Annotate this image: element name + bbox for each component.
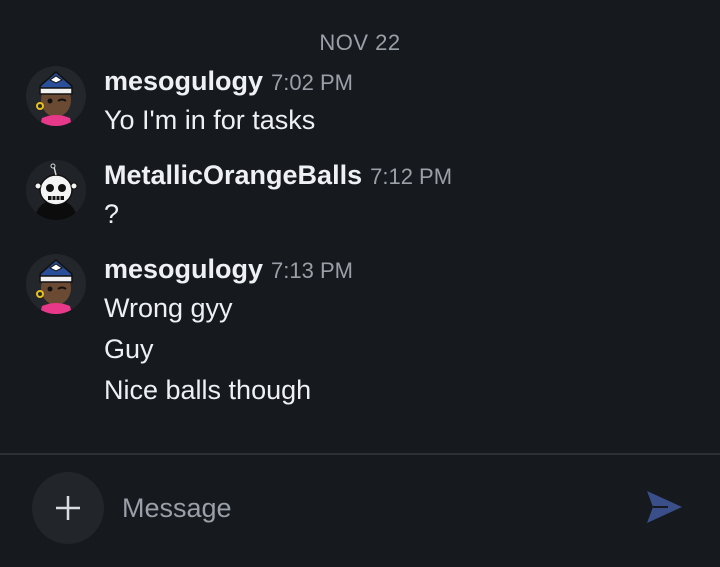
add-attachment-button[interactable] — [32, 472, 104, 544]
message-text[interactable]: ? — [104, 194, 710, 235]
message-content: MetallicOrangeBalls 7:12 PM ? — [104, 160, 710, 235]
message-text[interactable]: Wrong gyy — [104, 288, 710, 329]
date-divider: NOV 22 — [319, 30, 401, 55]
send-icon — [647, 491, 682, 523]
message-content: mesogulogy 7:13 PM Wrong gyy Guy Nice ba… — [104, 254, 710, 411]
timestamp: 7:13 PM — [271, 258, 353, 283]
message-meta: mesogulogy 7:13 PM — [104, 254, 710, 288]
captain-avatar-icon[interactable] — [26, 66, 86, 126]
username[interactable]: mesogulogy — [104, 66, 263, 97]
message-text[interactable]: Nice balls though — [104, 370, 710, 411]
message-text[interactable]: Yo I'm in for tasks — [104, 100, 710, 141]
message-input[interactable] — [122, 485, 602, 531]
message-composer — [0, 455, 720, 567]
message-meta: MetallicOrangeBalls 7:12 PM — [104, 160, 710, 194]
send-button[interactable] — [642, 487, 686, 527]
username[interactable]: mesogulogy — [104, 254, 263, 285]
timestamp: 7:02 PM — [271, 70, 353, 95]
message-text[interactable]: Guy — [104, 329, 710, 370]
message-meta: mesogulogy 7:02 PM — [104, 66, 710, 100]
skull-avatar-icon[interactable] — [26, 160, 86, 220]
message-content: mesogulogy 7:02 PM Yo I'm in for tasks — [104, 66, 710, 141]
plus-icon — [56, 496, 80, 520]
username[interactable]: MetallicOrangeBalls — [104, 160, 362, 191]
chat-screen: NOV 22 mesogulogy 7:02 PM Yo I'm in for … — [0, 0, 720, 567]
captain-avatar-icon[interactable] — [26, 254, 86, 314]
timestamp: 7:12 PM — [370, 164, 453, 189]
